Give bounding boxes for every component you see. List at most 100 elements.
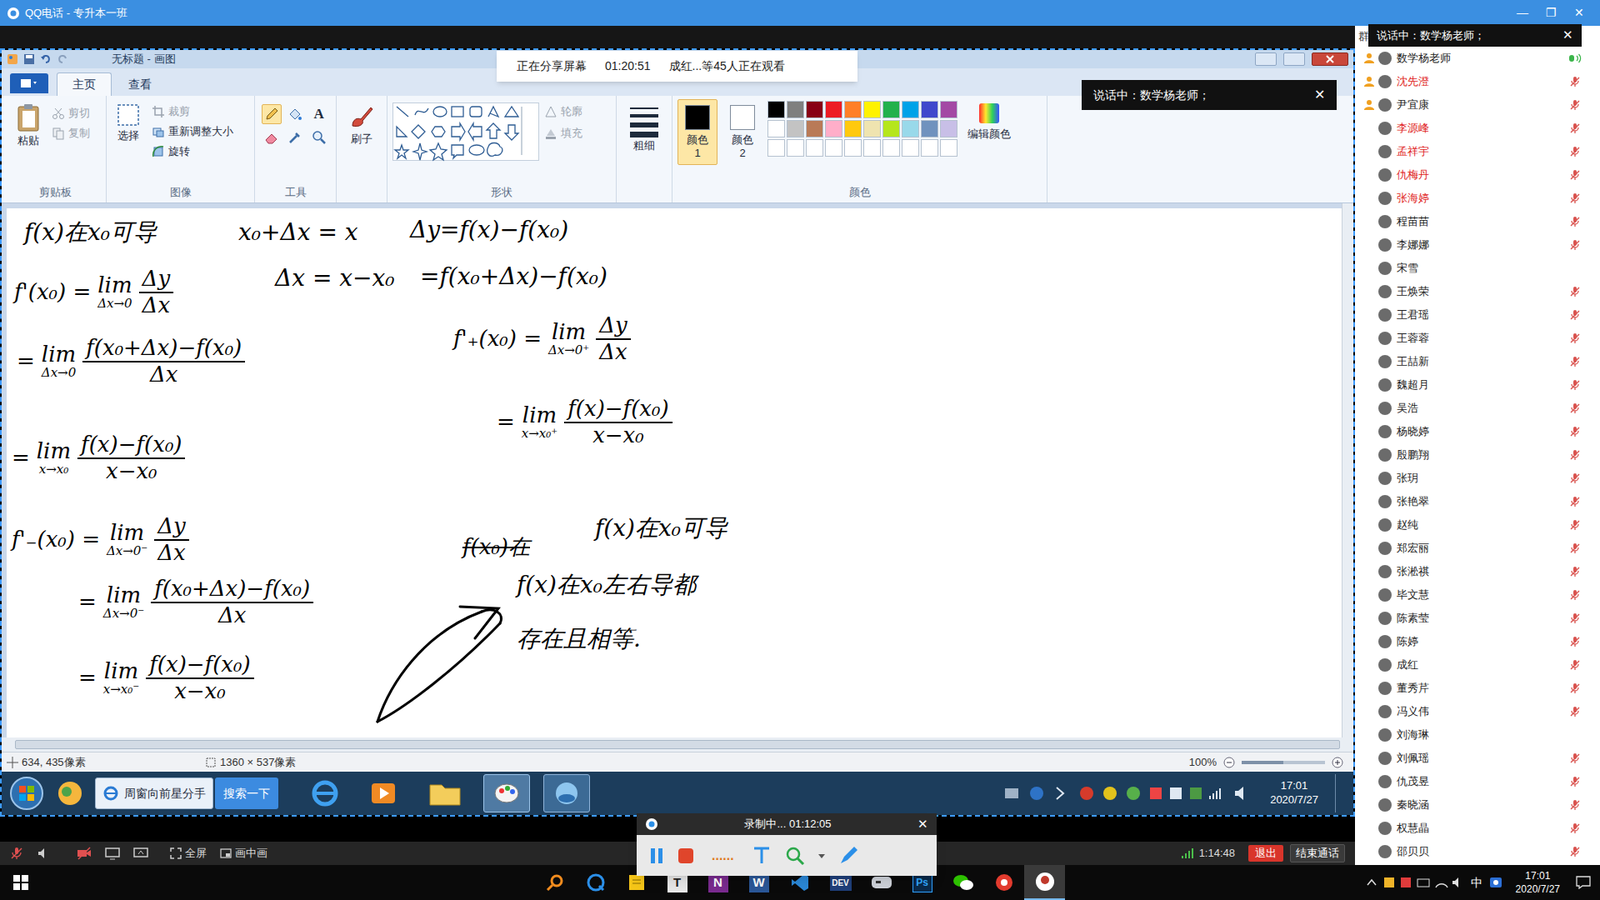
window-control[interactable]: — bbox=[1508, 4, 1537, 22]
size-button[interactable]: 粗细 bbox=[616, 95, 672, 203]
toast-close[interactable]: ✕ bbox=[1562, 25, 1574, 45]
participant-row[interactable]: 邵贝贝 bbox=[1355, 840, 1600, 864]
palette-swatch[interactable] bbox=[825, 100, 843, 119]
participant-row[interactable]: 仇梅丹 bbox=[1355, 163, 1600, 187]
app-icon[interactable] bbox=[53, 776, 87, 810]
magnifier-tool[interactable] bbox=[309, 127, 330, 148]
fill-button[interactable]: 填充 bbox=[544, 124, 583, 143]
windows-start-icon[interactable] bbox=[0, 865, 41, 900]
app-icon[interactable] bbox=[983, 865, 1025, 900]
ribbon-tab[interactable]: 查看 bbox=[113, 72, 167, 96]
zoom-out-icon[interactable] bbox=[1223, 756, 1235, 769]
close-button[interactable] bbox=[1311, 52, 1349, 66]
palette-swatch[interactable] bbox=[805, 139, 824, 157]
participant-row[interactable]: 张淞祺 bbox=[1355, 560, 1600, 584]
zoom-tool-icon[interactable] bbox=[784, 845, 806, 867]
screen-icon[interactable] bbox=[105, 846, 120, 860]
dropdown-icon[interactable] bbox=[817, 851, 826, 860]
eraser-tool[interactable] bbox=[261, 127, 282, 148]
zoom-in-icon[interactable] bbox=[1331, 756, 1344, 769]
ime-indicator[interactable]: 中 bbox=[1464, 874, 1490, 892]
copy-button[interactable]: 复制 bbox=[51, 124, 90, 143]
taskbar-clock[interactable]: 17:012020/7/27 bbox=[1509, 869, 1567, 896]
participant-row[interactable]: 刘佩瑶 bbox=[1355, 746, 1600, 770]
participant-row[interactable]: 仇茂昱 bbox=[1355, 770, 1600, 794]
palette-swatch[interactable] bbox=[920, 100, 939, 119]
palette-swatch[interactable] bbox=[825, 139, 843, 157]
search-icon[interactable] bbox=[534, 865, 575, 900]
start-orb-icon[interactable] bbox=[8, 775, 45, 812]
outline-button[interactable]: 轮廓 bbox=[544, 102, 583, 121]
notification-icon[interactable] bbox=[1566, 865, 1600, 900]
palette-swatch[interactable] bbox=[863, 120, 881, 138]
participant-row[interactable]: 李娜娜 bbox=[1355, 233, 1600, 257]
palette-swatch[interactable] bbox=[863, 139, 881, 157]
window-control[interactable]: ❐ bbox=[1536, 4, 1565, 22]
palette-swatch[interactable] bbox=[786, 100, 805, 119]
palette-swatch[interactable] bbox=[901, 100, 920, 119]
resize-button[interactable]: 重新调整大小 bbox=[151, 122, 234, 141]
mic-muted-icon[interactable] bbox=[10, 846, 24, 860]
participant-row[interactable]: 数学杨老师 bbox=[1355, 46, 1600, 70]
text-tool[interactable]: A bbox=[309, 104, 330, 125]
palette-swatch[interactable] bbox=[940, 120, 958, 138]
palette-swatch[interactable] bbox=[901, 139, 920, 157]
participant-row[interactable]: 杨晓婷 bbox=[1355, 420, 1600, 444]
color2-button[interactable]: 颜色 2 bbox=[722, 99, 763, 165]
scroll-thumb[interactable] bbox=[15, 740, 1340, 750]
participant-row[interactable]: 权慧晶 bbox=[1355, 816, 1600, 840]
save-icon[interactable] bbox=[23, 53, 35, 65]
browser-search-tab[interactable]: 周窗向前星分手 bbox=[95, 777, 214, 810]
participant-row[interactable]: 魏超月 bbox=[1355, 373, 1600, 397]
pause-icon[interactable] bbox=[648, 846, 665, 865]
participant-row[interactable]: 毕文慧 bbox=[1355, 583, 1600, 607]
participant-row[interactable]: 张玥 bbox=[1355, 466, 1600, 490]
camera-off-icon[interactable] bbox=[76, 846, 92, 860]
show-desktop-button[interactable] bbox=[1335, 774, 1347, 813]
palette-swatch[interactable] bbox=[844, 100, 862, 119]
palette-swatch[interactable] bbox=[920, 139, 939, 157]
brush-tool-icon[interactable] bbox=[837, 845, 860, 867]
horizontal-scrollbar[interactable] bbox=[1, 737, 1354, 752]
participant-row[interactable]: 宋雪 bbox=[1355, 256, 1600, 280]
toast-close[interactable]: ✕ bbox=[1314, 85, 1325, 105]
participant-row[interactable]: 陈素莹 bbox=[1355, 606, 1600, 630]
end-call-button[interactable]: 结束通话 bbox=[1290, 844, 1345, 863]
participant-row[interactable]: 刘海琳 bbox=[1355, 723, 1600, 747]
palette-swatch[interactable] bbox=[825, 120, 843, 138]
participant-row[interactable]: 沈先澄 bbox=[1355, 70, 1600, 94]
pen-tool-icon[interactable] bbox=[750, 845, 773, 867]
folder-icon[interactable] bbox=[423, 775, 467, 812]
pencil-tool[interactable] bbox=[261, 104, 282, 125]
palette-swatch[interactable] bbox=[767, 139, 785, 157]
participant-row[interactable]: 殷鹏翔 bbox=[1355, 443, 1600, 467]
participant-row[interactable]: 张艳翠 bbox=[1355, 490, 1600, 514]
participant-row[interactable]: 秦晓涵 bbox=[1355, 793, 1600, 817]
palette-swatch[interactable] bbox=[940, 139, 958, 157]
edit-colors-button[interactable]: 编辑颜色 bbox=[962, 99, 1016, 143]
palette-swatch[interactable] bbox=[901, 120, 920, 138]
win7-clock[interactable]: 17:012020/7/27 bbox=[1261, 779, 1327, 808]
share-screen-icon[interactable] bbox=[133, 846, 149, 860]
participant-row[interactable]: 程苗苗 bbox=[1355, 210, 1600, 234]
paste-button[interactable]: 粘贴 bbox=[10, 102, 47, 150]
qq-taskbar-icon[interactable] bbox=[543, 774, 590, 813]
speaker-icon[interactable] bbox=[36, 846, 50, 860]
media-player-icon[interactable] bbox=[365, 775, 402, 812]
maximize-button[interactable] bbox=[1283, 52, 1305, 66]
cut-button[interactable]: 剪切 bbox=[51, 104, 90, 123]
participant-row[interactable]: 张海婷 bbox=[1355, 186, 1600, 210]
undo-icon[interactable] bbox=[40, 53, 52, 65]
fullscreen-button[interactable]: 全屏 bbox=[170, 845, 207, 862]
palette-swatch[interactable] bbox=[844, 120, 862, 138]
palette-swatch[interactable] bbox=[786, 139, 805, 157]
palette-swatch[interactable] bbox=[844, 139, 862, 157]
redo-icon[interactable] bbox=[56, 53, 69, 65]
participant-row[interactable]: 赵纯 bbox=[1355, 513, 1600, 537]
crop-button[interactable]: 裁剪 bbox=[151, 102, 234, 121]
participant-row[interactable]: 董秀芹 bbox=[1355, 676, 1600, 700]
search-button[interactable]: 搜索一下 bbox=[215, 777, 279, 810]
participant-row[interactable]: 冯义伟 bbox=[1355, 700, 1600, 724]
minimize-button[interactable] bbox=[1255, 52, 1277, 66]
participant-row[interactable]: 孟祥宇 bbox=[1355, 140, 1600, 164]
